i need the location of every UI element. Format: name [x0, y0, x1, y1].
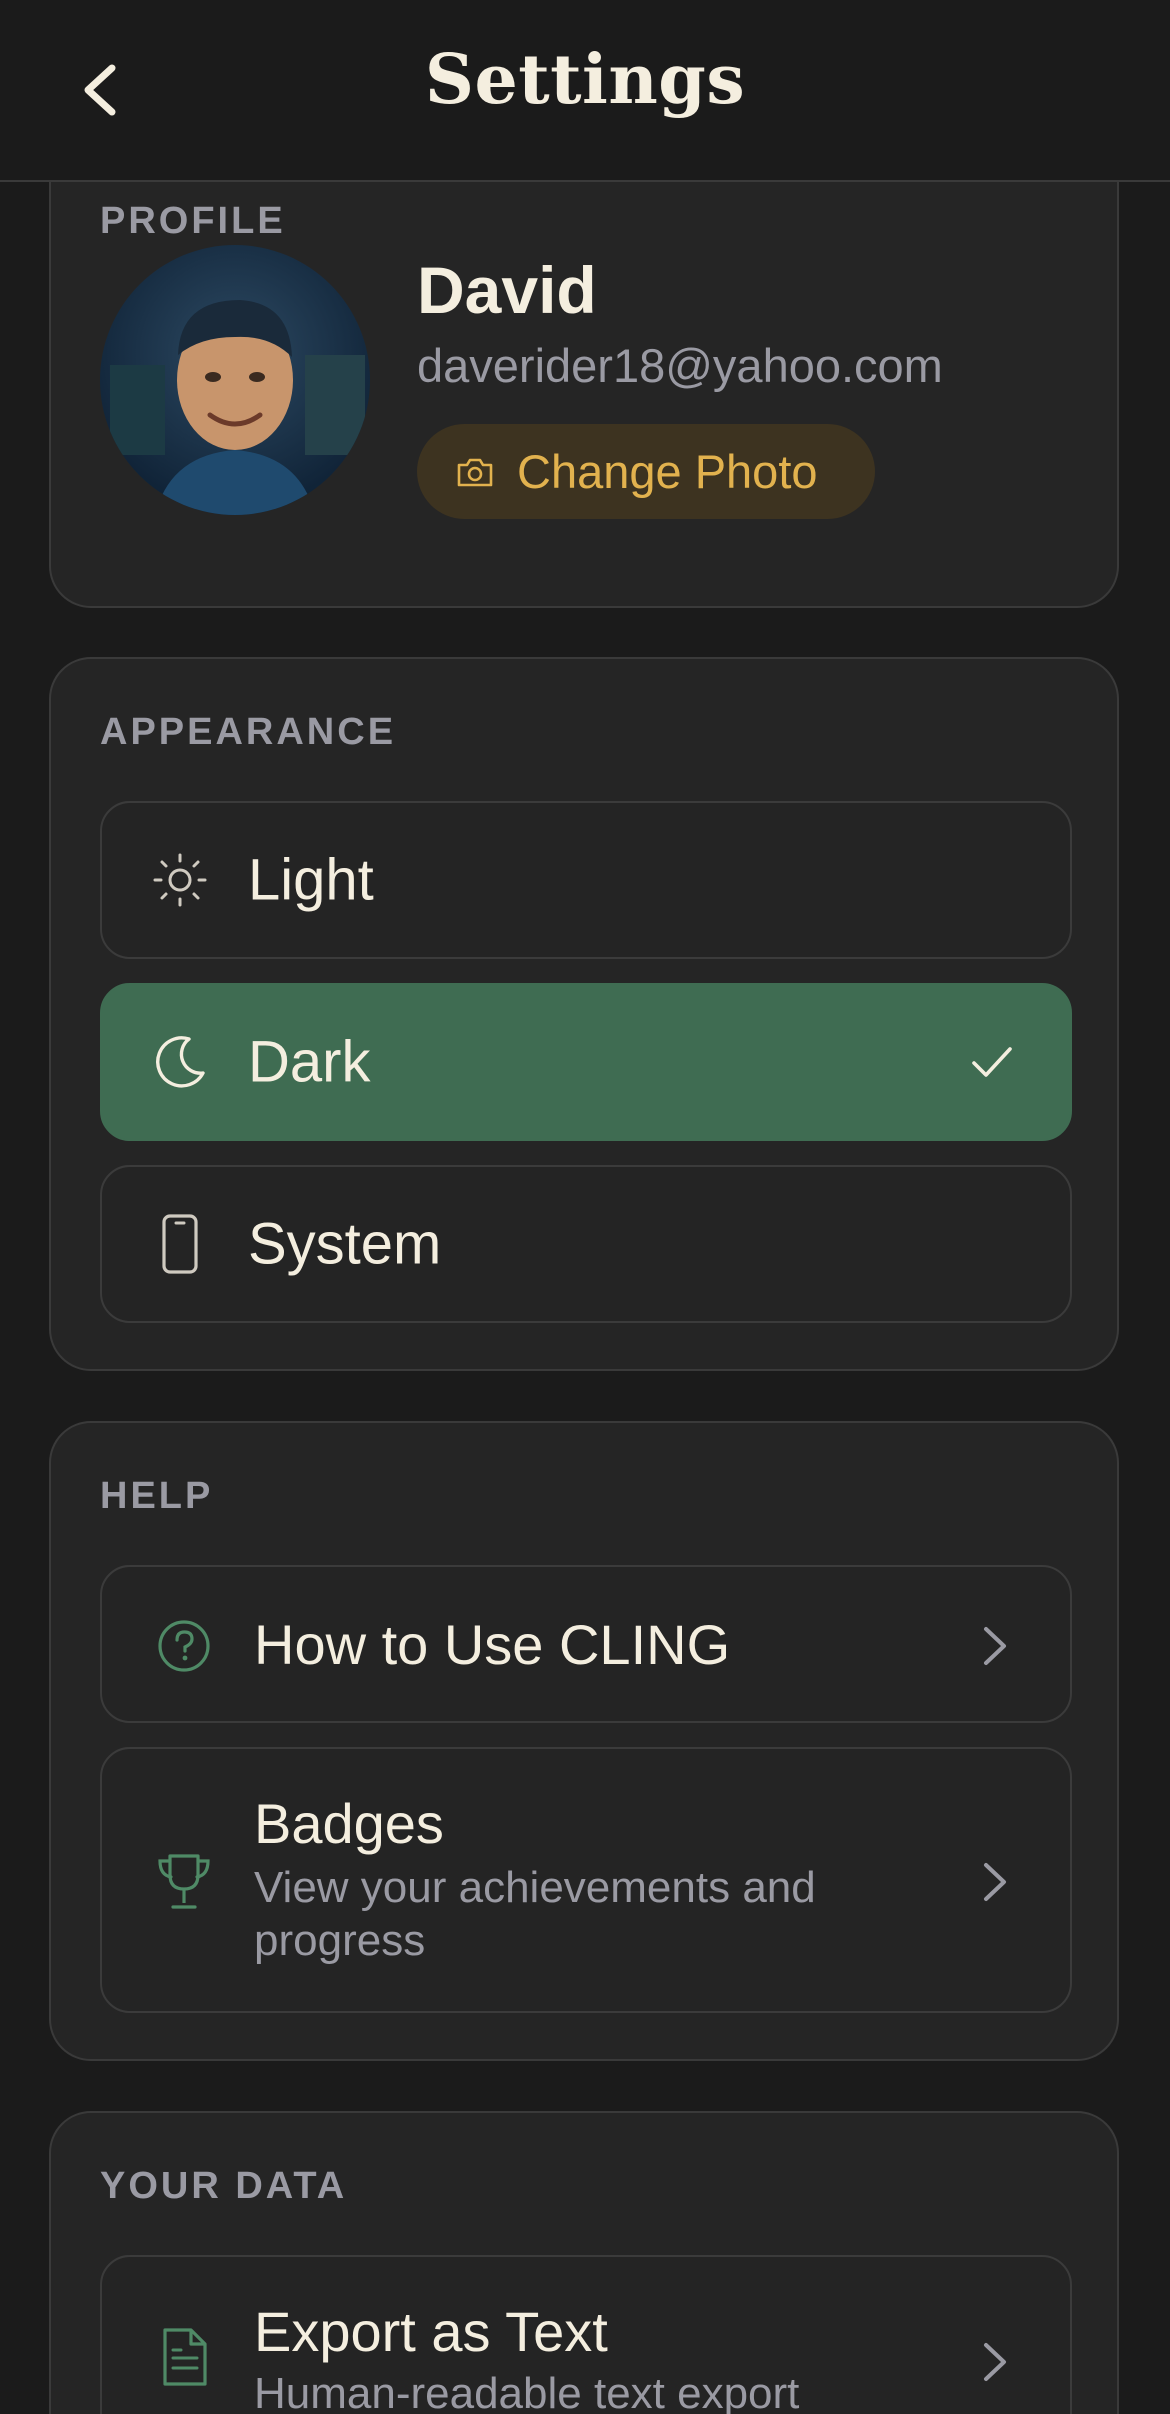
help-circle-icon	[154, 1616, 214, 1676]
page-title: Settings	[424, 40, 746, 120]
phone-icon	[150, 1214, 210, 1274]
trophy-icon	[154, 1852, 214, 1912]
change-photo-label: Change Photo	[517, 445, 818, 498]
help-item-badges[interactable]: Badges View your achievements and progre…	[100, 1747, 1072, 2013]
section-label-your-data: YOUR DATA	[100, 2165, 348, 2207]
data-item-export-text[interactable]: Export as Text Human-readable text expor…	[100, 2255, 1072, 2414]
change-photo-button[interactable]: Change Photo	[417, 424, 875, 519]
theme-option-dark[interactable]: Dark	[100, 983, 1072, 1141]
avatar-photo	[100, 245, 370, 515]
help-item-subtitle: View your achievements and progress	[254, 1863, 816, 1965]
checkmark-icon	[972, 1047, 1012, 1077]
appearance-card: APPEARANCE Light Dark System	[49, 657, 1119, 1371]
data-item-subtitle: Human-readable text export	[254, 2369, 800, 2414]
theme-option-label: Light	[248, 847, 374, 913]
profile-name: David	[417, 253, 597, 327]
help-item-how-to-use[interactable]: How to Use CLING	[100, 1565, 1072, 1723]
theme-option-label: Dark	[248, 1029, 371, 1095]
top-bar: Settings	[0, 0, 1170, 182]
file-text-icon	[154, 2327, 214, 2387]
chevron-right-icon	[984, 1627, 1006, 1665]
profile-card: PROFILE David daverider18@yahoo.com Chan…	[49, 140, 1119, 608]
section-label-appearance: APPEARANCE	[100, 711, 397, 753]
theme-option-system[interactable]: System	[100, 1165, 1072, 1323]
help-card: HELP How to Use CLING Badges View your a…	[49, 1421, 1119, 2061]
section-label-help: HELP	[100, 1475, 214, 1517]
your-data-card: YOUR DATA Export as Text Human-readable …	[49, 2111, 1119, 2414]
data-item-title: Export as Text	[254, 2300, 608, 2363]
profile-email: daverider18@yahoo.com	[417, 339, 943, 392]
help-item-title: Badges	[254, 1792, 444, 1855]
camera-icon	[457, 458, 493, 486]
moon-icon	[150, 1032, 210, 1092]
theme-option-label: System	[248, 1211, 442, 1277]
settings-screen: Settings PROFILE David daverider18@yahoo…	[0, 0, 1170, 2414]
avatar[interactable]	[100, 245, 370, 515]
chevron-right-icon	[984, 2343, 1006, 2381]
section-label-profile: PROFILE	[100, 200, 286, 242]
sun-icon	[150, 850, 210, 910]
help-item-title: How to Use CLING	[254, 1613, 731, 1676]
theme-option-light[interactable]: Light	[100, 801, 1072, 959]
chevron-right-icon	[984, 1863, 1006, 1901]
